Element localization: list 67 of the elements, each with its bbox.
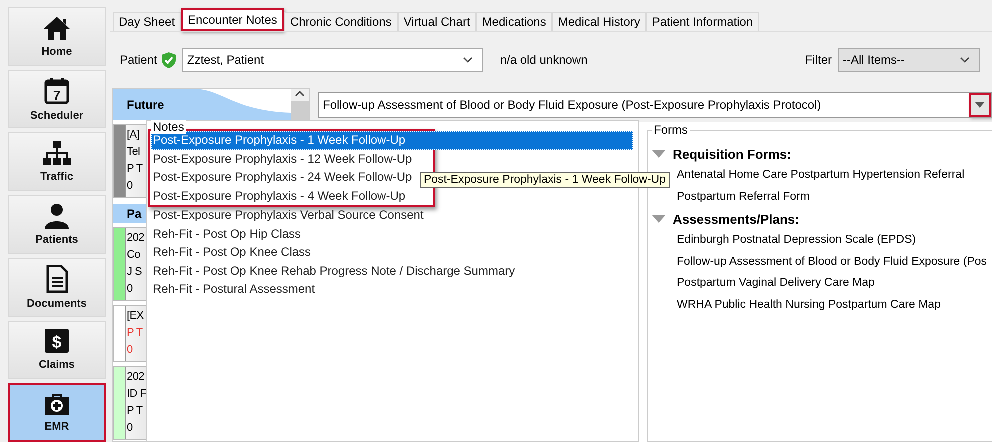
- calendar-icon: 7: [44, 76, 70, 105]
- tab[interactable]: Virtual Chart: [398, 12, 476, 31]
- appointment-text: [A]: [127, 128, 141, 143]
- appointment-text: 0: [127, 282, 134, 297]
- tooltip: Post-Exposure Prophylaxis - 1 Week Follow-Up: [420, 172, 670, 188]
- hierarchy-icon: [43, 140, 71, 166]
- note-item[interactable]: Reh-Fit - Post Op Knee Class: [151, 243, 634, 262]
- tab[interactable]: Medications: [476, 12, 552, 31]
- expander-icon[interactable]: [652, 214, 666, 224]
- appointment-text: P T: [127, 162, 143, 177]
- house-icon: [43, 14, 71, 41]
- appointment-text: 0: [127, 179, 134, 194]
- tab[interactable]: Medical History: [552, 12, 646, 31]
- nav-button[interactable]: Documents: [8, 258, 106, 317]
- note-item[interactable]: Post-Exposure Prophylaxis - 1 Week Follow-Up: [151, 131, 633, 150]
- field-label: Filter: [805, 53, 832, 67]
- form-item[interactable]: Postpartum Vaginal Delivery Care Map: [652, 273, 992, 294]
- note-item[interactable]: Post-Exposure Prophylaxis - 4 Week Follow-Up: [151, 186, 433, 205]
- dollar-icon: $: [44, 328, 70, 354]
- note-item[interactable]: Post-Exposure Prophylaxis - 12 Week Follow-Up: [151, 150, 433, 168]
- appointment-text: 0: [127, 421, 134, 436]
- nav-button[interactable]: Traffic: [8, 132, 106, 192]
- nav-button[interactable]: Home: [8, 7, 106, 66]
- filter-dropdown[interactable]: --All Items--: [838, 48, 980, 72]
- document-icon: [46, 264, 68, 293]
- medical-kit-icon: [43, 392, 71, 416]
- appointment-text: [EX: [127, 309, 144, 324]
- tab[interactable]: Encounter Notes: [181, 8, 284, 31]
- tab[interactable]: Chronic Conditions: [284, 12, 398, 31]
- nav-button[interactable]: 7 Scheduler: [8, 70, 106, 128]
- scrollbar[interactable]: [291, 88, 310, 121]
- appointment-text: 0: [127, 343, 134, 358]
- triangle-down-icon: [975, 102, 985, 108]
- appointment-text: Tel: [127, 145, 142, 160]
- nav-button[interactable]: EMR: [8, 383, 106, 442]
- person-icon: [44, 203, 70, 230]
- appointment-text: P T: [127, 404, 144, 419]
- appointment-text: 202: [127, 231, 144, 246]
- patient-dropdown[interactable]: Zztest, Patient: [182, 48, 484, 72]
- form-item[interactable]: WRHA Public Health Nursing Postpartum Care Map: [652, 294, 992, 316]
- group-label: Forms: [652, 123, 690, 137]
- dropdown-button[interactable]: [969, 93, 991, 117]
- field-label: Patient: [120, 53, 158, 67]
- group-label: Notes: [151, 120, 186, 134]
- appointment-text: J S: [127, 265, 143, 280]
- form-item[interactable]: Postpartum Referral Form: [652, 186, 992, 208]
- form-item[interactable]: Edinburgh Postnatal Depression Scale (EPDS): [652, 230, 992, 252]
- appointment-text: Co: [127, 248, 142, 263]
- appointment-text: 202: [127, 370, 146, 385]
- appointment-text: ID F: [127, 387, 147, 402]
- section-header: Future: [113, 89, 291, 120]
- appointment-text: P T: [127, 326, 144, 341]
- category-heading: Assessments/Plans:: [673, 212, 800, 226]
- note-item[interactable]: Reh-Fit - Postural Assessment: [151, 280, 634, 298]
- patient-info: n/a old unknown: [500, 53, 588, 67]
- note-item[interactable]: Reh-Fit - Post Op Knee Rehab Progress Note / Discharge Summary: [151, 262, 634, 280]
- tab[interactable]: Day Sheet: [113, 12, 182, 31]
- chevron-icon: [959, 56, 971, 64]
- expander-icon[interactable]: [652, 149, 666, 159]
- nav-button[interactable]: $ Claims: [8, 320, 106, 380]
- chevron-icon: [462, 56, 474, 64]
- tab[interactable]: Patient Information: [646, 12, 760, 31]
- nav-button[interactable]: Patients: [8, 195, 106, 254]
- category-heading: Requisition Forms:: [673, 146, 792, 162]
- note-item[interactable]: Reh-Fit - Post Op Hip Class: [151, 224, 634, 243]
- form-item[interactable]: Follow-up Assessment of Blood or Body Fluid Exposure (Pos: [652, 252, 992, 273]
- template-dropdown[interactable]: Follow-up Assessment of Blood or Body Fluid Exposure (Post-Exposure Prophylaxis Protocol): [318, 92, 992, 118]
